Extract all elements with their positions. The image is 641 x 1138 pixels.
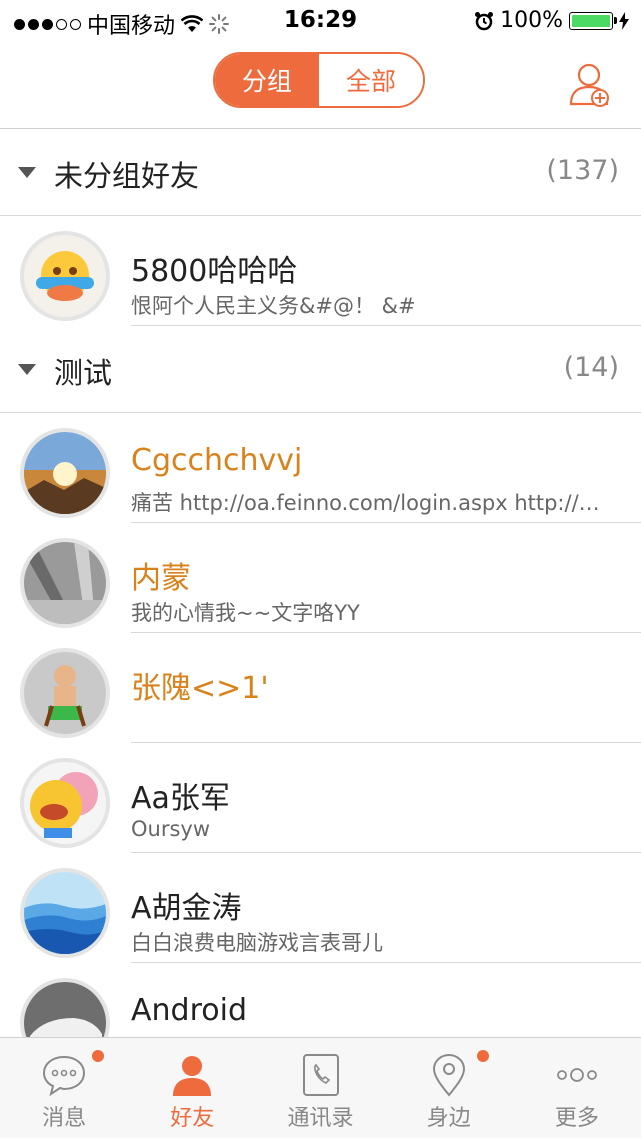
tab-label: 通讯录: [287, 1106, 354, 1131]
emoticon-avatar-icon: [24, 762, 106, 844]
tab-friends[interactable]: 好友: [128, 1038, 256, 1138]
nav-bar: 分组 全部: [0, 40, 641, 129]
collapse-triangle-icon: [18, 364, 36, 375]
group-count: (14): [563, 352, 619, 383]
more-dots-icon: [557, 1068, 597, 1082]
contact-name: Android: [131, 993, 247, 1028]
list-item[interactable]: 5800哈哈哈 恨阿个人民主义务&#@！ &#: [0, 216, 641, 326]
contact-name: 5800哈哈哈: [131, 254, 298, 289]
sunset-photo-avatar: [24, 432, 106, 514]
contact-signature: 白白浪费电脑游戏言表哥儿: [131, 931, 383, 955]
group-header[interactable]: 未分组好友 (137): [0, 129, 641, 216]
contact-name: A胡金涛: [131, 891, 242, 926]
notification-dot: [92, 1050, 104, 1062]
contact-name: 张隗<>1': [131, 671, 269, 706]
contact-signature: 恨阿个人民主义务&#@！ &#: [131, 294, 416, 318]
phone-book-icon: [302, 1054, 339, 1096]
status-right: 100%: [474, 8, 629, 33]
add-contact-icon[interactable]: [569, 62, 611, 108]
collapse-triangle-icon: [18, 167, 36, 178]
contact-signature: Oursyw: [131, 817, 211, 841]
cartoon-avatar: [24, 652, 106, 734]
tab-more[interactable]: 更多: [513, 1038, 641, 1138]
battery-percent: 100%: [500, 8, 563, 33]
avatar: [20, 868, 110, 958]
segment-all[interactable]: 全部: [319, 54, 423, 106]
notification-dot: [476, 1050, 489, 1062]
contact-name: Cgcchchvvj: [131, 443, 303, 478]
status-bar: 中国移动 16:29 100%: [0, 0, 641, 40]
group-count: (137): [546, 155, 619, 186]
list-item[interactable]: A胡金涛 白白浪费电脑游戏言表哥儿: [0, 853, 641, 963]
friend-list[interactable]: 未分组好友 (137) 5800哈哈哈 恨阿个人民主义务&#@！ &# 测试 (…: [0, 129, 641, 1073]
avatar: [20, 538, 110, 628]
avatar: [20, 428, 110, 518]
location-pin-icon: [432, 1053, 465, 1097]
tab-bar: 消息 好友 通讯录 身边 更多: [0, 1037, 641, 1138]
avatar: [20, 648, 110, 738]
list-item[interactable]: Aa张军 Oursyw: [0, 743, 641, 853]
contact-name: Aa张军: [131, 781, 230, 816]
chat-bubble-icon: [43, 1055, 86, 1097]
gray-photo-avatar: [24, 542, 106, 624]
contact-signature: 我的心情我~~文字咯YY: [131, 601, 360, 625]
tab-label: 更多: [554, 1106, 599, 1131]
blue-mountains-avatar: [24, 872, 106, 954]
emoticon-avatar-icon: [24, 235, 106, 317]
charging-bolt-icon: [619, 11, 629, 30]
group-name: 测试: [54, 356, 113, 390]
avatar: [20, 231, 110, 321]
avatar: [20, 758, 110, 848]
tab-label: 身边: [426, 1106, 471, 1131]
contact-signature: 痛苦 http://oa.feinno.com/login.aspx http:…: [131, 491, 601, 515]
group-name: 未分组好友: [54, 159, 200, 193]
alarm-clock-icon: [475, 11, 494, 30]
tab-label: 好友: [170, 1106, 215, 1131]
segment-grouped[interactable]: 分组: [215, 54, 319, 106]
group-segmented-control[interactable]: 分组 全部: [213, 52, 425, 108]
person-icon: [173, 1056, 212, 1096]
contact-name: 内蒙: [131, 561, 191, 596]
battery-icon: [569, 11, 617, 30]
list-item[interactable]: 内蒙 我的心情我~~文字咯YY: [0, 523, 641, 633]
tab-label: 消息: [42, 1106, 87, 1131]
list-item[interactable]: 张隗<>1': [0, 633, 641, 743]
tab-contacts[interactable]: 通讯录: [256, 1038, 384, 1138]
group-header[interactable]: 测试 (14): [0, 326, 641, 413]
tab-nearby[interactable]: 身边: [385, 1038, 513, 1138]
tab-messages[interactable]: 消息: [0, 1038, 128, 1138]
list-item[interactable]: Cgcchchvvj 痛苦 http://oa.feinno.com/login…: [0, 413, 641, 523]
